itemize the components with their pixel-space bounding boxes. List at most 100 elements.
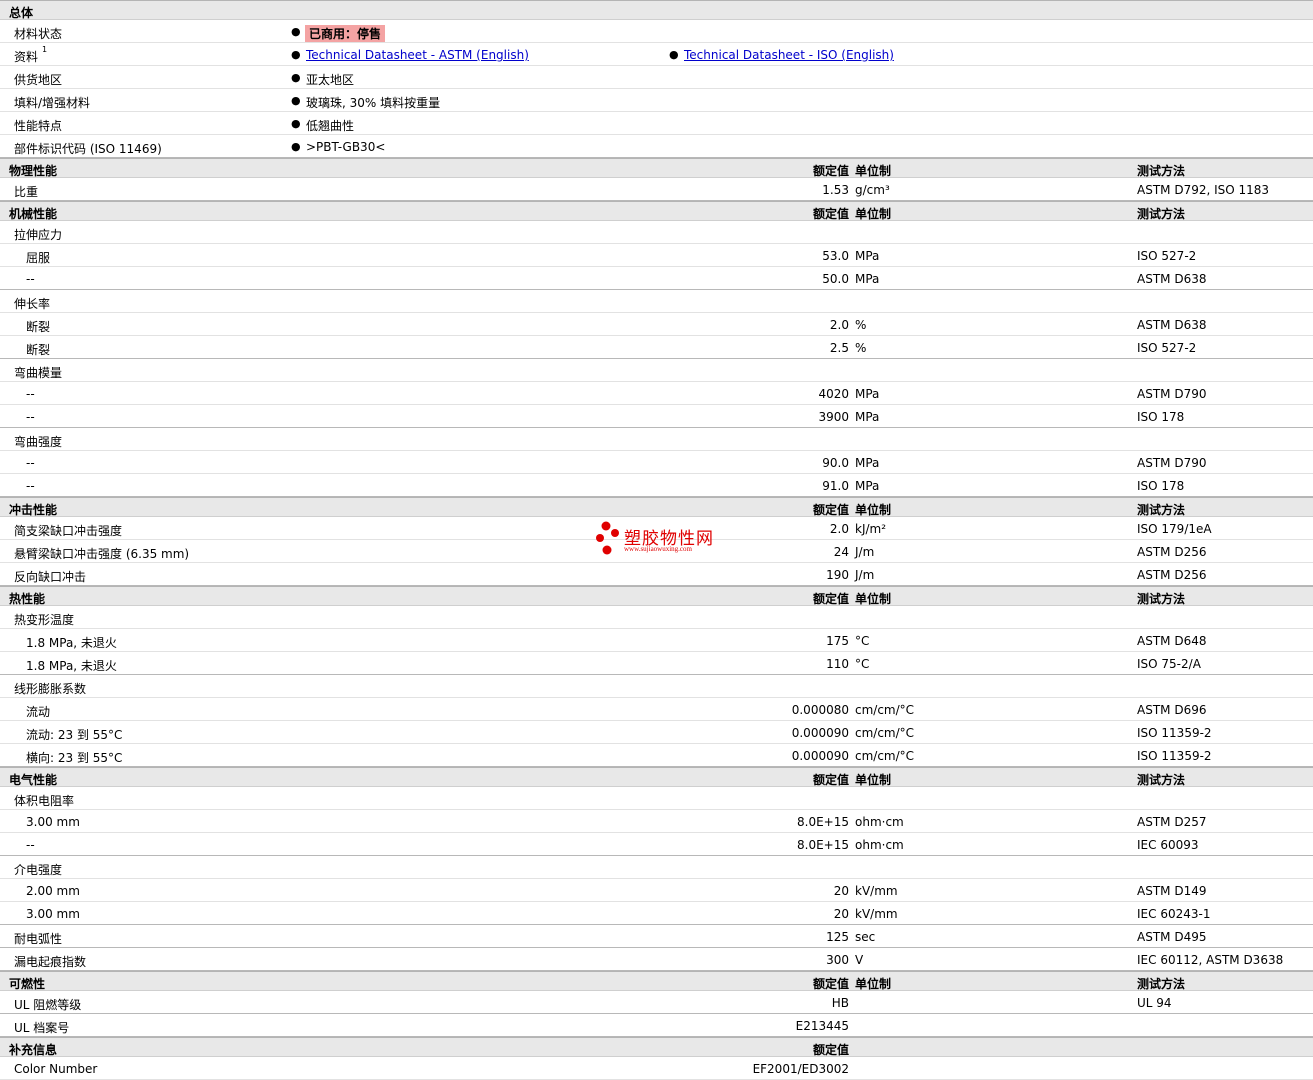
- property-row: 材料状态 ● 已商用：停售: [0, 20, 1313, 43]
- test-method: ASTM D638: [1137, 272, 1207, 286]
- property-unit: MPa: [855, 387, 880, 401]
- property-row: 热变形温度: [0, 606, 1313, 629]
- property-label: 填料/增强材料: [14, 96, 91, 110]
- property-sublabel: 1.8 MPa, 未退火: [26, 636, 117, 650]
- property-row: 弯曲强度: [0, 428, 1313, 451]
- property-value: 20: [833, 884, 849, 898]
- property-sublabel: 横向: 23 到 55°C: [26, 751, 123, 765]
- test-method: ASTM D790: [1137, 456, 1207, 470]
- datasheet-link[interactable]: Technical Datasheet - ASTM (English): [306, 48, 529, 62]
- property-value: 90.0: [822, 456, 849, 470]
- property-value: 110: [826, 657, 849, 671]
- property-label: 反向缺口冲击: [14, 570, 87, 584]
- column-header-value: 额定值: [812, 207, 849, 221]
- property-row: 填料/增强材料 ● 玻璃珠, 30% 填料按重量: [0, 89, 1313, 112]
- datasheet-link[interactable]: Technical Datasheet - ISO (English): [684, 48, 894, 62]
- property-unit: cm/cm/°C: [855, 703, 915, 717]
- property-value: 8.0E+15: [797, 815, 849, 829]
- property-row: 流动 0.000080 cm/cm/°C ASTM D696: [0, 698, 1313, 721]
- section-header: 电气性能 额定值 单位制 测试方法: [0, 767, 1313, 787]
- column-header-unit: 单位制: [855, 503, 892, 517]
- test-method: ISO 178: [1137, 410, 1185, 424]
- test-method: ISO 75-2/A: [1137, 657, 1201, 671]
- property-value: 53.0: [822, 249, 849, 263]
- section-title: 机械性能: [9, 207, 58, 221]
- status-badge: 已商用：停售: [305, 25, 386, 42]
- property-row: 比重 1.53 g/cm³ ASTM D792, ISO 1183: [0, 178, 1313, 201]
- test-method: IEC 60112, ASTM D3638: [1137, 953, 1284, 967]
- property-row: 部件标识代码 (ISO 11469) ● >PBT-GB30<: [0, 135, 1313, 158]
- column-header-method: 测试方法: [1137, 592, 1186, 606]
- property-value: 2.0: [829, 318, 849, 332]
- section-header: 热性能 额定值 单位制 测试方法: [0, 586, 1313, 606]
- property-value: 0.000080: [791, 703, 849, 717]
- property-unit: MPa: [855, 410, 880, 424]
- property-row: -- 91.0 MPa ISO 178: [0, 474, 1313, 497]
- section-header: 冲击性能 额定值 单位制 测试方法: [0, 497, 1313, 517]
- property-value: 0.000090: [791, 749, 849, 763]
- column-header-method: 测试方法: [1137, 773, 1186, 787]
- property-unit: V: [855, 953, 864, 967]
- property-unit: °C: [855, 634, 870, 648]
- test-method: ASTM D149: [1137, 884, 1207, 898]
- property-value: 20: [833, 907, 849, 921]
- bullet-icon: ●: [291, 71, 301, 84]
- footnote-marker: 1: [42, 45, 48, 54]
- property-row: Color Number EF2001/ED3002: [0, 1057, 1313, 1080]
- section-title: 总体: [9, 6, 34, 20]
- section-title: 电气性能: [9, 773, 58, 787]
- test-method: ASTM D256: [1137, 568, 1207, 582]
- property-value: 2.0: [829, 522, 849, 536]
- property-label: 性能特点: [14, 119, 63, 133]
- property-row: 体积电阻率: [0, 787, 1313, 810]
- section-title: 补充信息: [9, 1043, 58, 1057]
- property-label: 线形膨胀系数: [14, 682, 87, 696]
- property-label: 拉伸应力: [14, 228, 63, 242]
- column-header-value: 额定值: [812, 1043, 849, 1057]
- bullet-icon: ●: [669, 48, 679, 61]
- bullet-icon: ●: [291, 117, 301, 130]
- property-unit: sec: [855, 930, 876, 944]
- test-method: IEC 60093: [1137, 838, 1199, 852]
- property-row: 资料 1 ● Technical Datasheet - ASTM (English)…: [0, 43, 1313, 66]
- property-unit: %: [855, 341, 867, 355]
- property-unit: %: [855, 318, 867, 332]
- property-label: 热变形温度: [14, 613, 75, 627]
- section-header: 补充信息 额定值: [0, 1037, 1313, 1057]
- property-row: 线形膨胀系数: [0, 675, 1313, 698]
- property-label: 材料状态: [14, 27, 63, 41]
- property-row: -- 4020 MPa ASTM D790: [0, 382, 1313, 405]
- property-sublabel: 屈服: [26, 251, 51, 265]
- property-label: 悬臂梁缺口冲击强度 (6.35 mm): [14, 547, 190, 561]
- property-unit: MPa: [855, 249, 880, 263]
- property-unit: kV/mm: [855, 884, 898, 898]
- property-unit: MPa: [855, 479, 880, 493]
- column-header-unit: 单位制: [855, 773, 892, 787]
- property-label: 供货地区: [14, 73, 63, 87]
- property-value: 4020: [818, 387, 849, 401]
- property-sublabel: --: [26, 479, 35, 493]
- property-label: 伸长率: [14, 297, 51, 311]
- column-header-unit: 单位制: [855, 977, 892, 991]
- property-sublabel: --: [26, 387, 35, 401]
- test-method: ASTM D696: [1137, 703, 1207, 717]
- property-sublabel: 1.8 MPa, 未退火: [26, 659, 117, 673]
- property-label: 漏电起痕指数: [14, 955, 87, 969]
- property-value: 0.000090: [791, 726, 849, 740]
- test-method: ASTM D257: [1137, 815, 1207, 829]
- property-value: 175: [826, 634, 849, 648]
- property-label: Color Number: [14, 1062, 98, 1076]
- property-label: 体积电阻率: [14, 794, 75, 808]
- property-value: 3900: [818, 410, 849, 424]
- test-method: IEC 60243-1: [1137, 907, 1211, 921]
- property-sublabel: 流动: [26, 705, 51, 719]
- property-label: 耐电弧性: [14, 932, 63, 946]
- property-row: 介电强度: [0, 856, 1313, 879]
- property-sublabel: 断裂: [26, 320, 51, 334]
- property-row: 供货地区 ● 亚太地区: [0, 66, 1313, 89]
- property-unit: kV/mm: [855, 907, 898, 921]
- column-header-unit: 单位制: [855, 207, 892, 221]
- section-header: 机械性能 额定值 单位制 测试方法: [0, 201, 1313, 221]
- test-method: ASTM D638: [1137, 318, 1207, 332]
- property-row: 耐电弧性 125 sec ASTM D495: [0, 925, 1313, 948]
